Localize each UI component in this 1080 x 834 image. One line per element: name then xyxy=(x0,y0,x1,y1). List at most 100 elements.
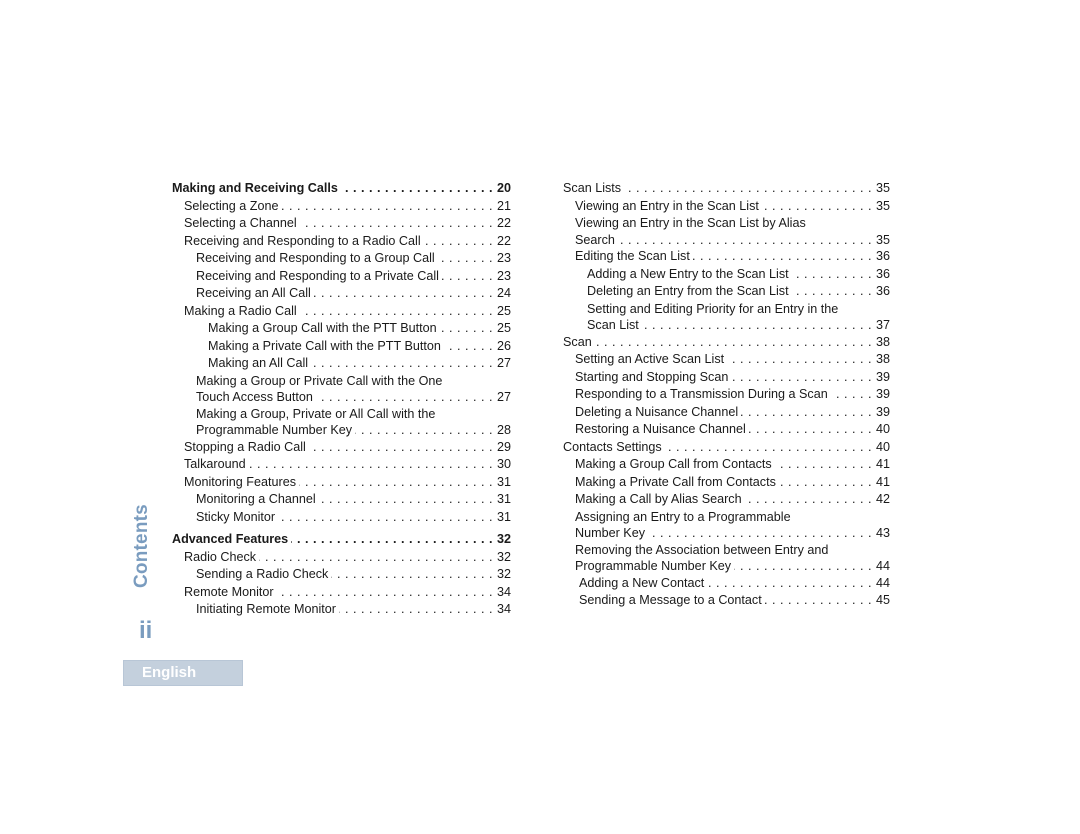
toc-entry[interactable]: Talkaround 30 xyxy=(172,456,511,474)
toc-entry-row: Viewing an Entry in the Scan List 35 xyxy=(575,198,890,216)
toc-entry[interactable]: Viewing an Entry in the Scan List 35 xyxy=(563,198,890,216)
toc-entry-row: Making a Private Call with the PTT Butto… xyxy=(208,338,511,356)
dot-leader xyxy=(727,351,872,369)
dot-leader xyxy=(300,215,493,233)
toc-entry[interactable]: Sticky Monitor 31 xyxy=(172,509,511,527)
toc-entry[interactable]: Viewing an Entry in the Scan List by Ali… xyxy=(563,215,890,248)
toc-entry-row: Contacts Settings 40 xyxy=(563,439,890,457)
toc-entry-row: Starting and Stopping Scan 39 xyxy=(575,369,890,387)
toc-entry-row: Monitoring Features 31 xyxy=(184,474,511,492)
toc-entry-row: Remote Monitor 34 xyxy=(184,584,511,602)
toc-entry[interactable]: Removing the Association between Entry a… xyxy=(563,542,890,575)
toc-entry[interactable]: Monitoring Features 31 xyxy=(172,474,511,492)
toc-entry[interactable]: Receiving and Responding to a Group Call… xyxy=(172,250,511,268)
toc-entry-title: Making a Group Call from Contacts xyxy=(575,457,772,471)
toc-entry-page: 40 xyxy=(875,422,890,436)
toc-entry[interactable]: Responding to a Transmission During a Sc… xyxy=(563,386,890,404)
toc-entry-page: 38 xyxy=(875,352,890,366)
toc-entry[interactable]: Adding a New Entry to the Scan List 36 xyxy=(563,266,890,284)
toc-entry[interactable]: Making a Private Call from Contacts 41 xyxy=(563,474,890,492)
toc-entry[interactable]: Making a Group Call from Contacts 41 xyxy=(563,456,890,474)
dot-leader xyxy=(316,389,493,406)
toc-entry-row: Selecting a Channel 22 xyxy=(184,215,511,233)
toc-entry-page: 44 xyxy=(875,575,890,590)
toc-entry[interactable]: Scan Lists 35 xyxy=(563,180,890,198)
toc-entry-row: Sticky Monitor 31 xyxy=(196,509,511,527)
toc-entry[interactable]: Making an All Call 27 xyxy=(172,355,511,373)
dot-leader xyxy=(309,439,493,457)
toc-entry-title: Touch Access Button xyxy=(196,390,313,404)
toc-entry[interactable]: Making a Group Call with the PTT Button 2… xyxy=(172,320,511,338)
toc-entry-row: Receiving and Responding to a Private Ca… xyxy=(196,268,511,286)
toc-entry-title: Initiating Remote Monitor xyxy=(196,602,336,616)
toc-entry[interactable]: Scan 38 xyxy=(563,334,890,352)
toc-entry-page: 26 xyxy=(496,338,511,353)
toc-entry[interactable]: Advanced Features 32 xyxy=(172,531,511,549)
toc-entry[interactable]: Assigning an Entry to a Programmable Numb… xyxy=(563,509,890,542)
toc-entry[interactable]: Radio Check 32 xyxy=(172,549,511,567)
toc-entry[interactable]: Contacts Settings 40 xyxy=(563,439,890,457)
dot-leader xyxy=(300,303,493,321)
dot-leader xyxy=(665,439,872,457)
toc-entry-title: Talkaround xyxy=(184,457,246,471)
toc-entry[interactable]: Making a Radio Call 25 xyxy=(172,303,511,321)
toc-entry[interactable]: Adding a New Contact 44 xyxy=(563,575,890,593)
toc-entry[interactable]: Setting and Editing Priority for an Entr… xyxy=(563,301,890,334)
section-title: Contents xyxy=(131,504,152,588)
toc-entry-page: 25 xyxy=(496,321,511,335)
dot-leader xyxy=(792,266,872,284)
dot-leader xyxy=(339,601,493,619)
toc-entry[interactable]: Making a Group or Private Call with the … xyxy=(172,373,511,406)
toc-entry-row: Scan List 37 xyxy=(587,317,890,334)
toc-entry-page: 23 xyxy=(496,251,511,265)
toc-entry[interactable]: Making a Call by Alias Search 42 xyxy=(563,491,890,509)
toc-entry[interactable]: Receiving and Responding to a Private Ca… xyxy=(172,268,511,286)
toc-entry[interactable]: Restoring a Nuisance Channel 40 xyxy=(563,421,890,439)
toc-entry[interactable]: Selecting a Channel 22 xyxy=(172,215,511,233)
toc-entry[interactable]: Sending a Message to a Contact 45 xyxy=(563,592,890,610)
toc-entry-page: 42 xyxy=(875,492,890,506)
toc-entry[interactable]: Starting and Stopping Scan 39 xyxy=(563,369,890,387)
toc-entry[interactable]: Setting an Active Scan List 38 xyxy=(563,351,890,369)
dot-leader xyxy=(749,421,872,439)
toc-entry[interactable]: Editing the Scan List 36 xyxy=(563,248,890,266)
toc-entry[interactable]: Selecting a Zone 21 xyxy=(172,198,511,216)
toc-entry-title: Selecting a Zone xyxy=(184,198,279,213)
toc-entry[interactable]: Receiving an All Call 24 xyxy=(172,285,511,303)
toc-entry-page: 39 xyxy=(875,369,890,384)
toc-entry-title: Monitoring Features xyxy=(184,474,296,489)
dot-leader xyxy=(438,250,493,268)
toc-entry-title: Number Key xyxy=(575,526,645,540)
toc-entry-title: Viewing an Entry in the Scan List xyxy=(575,198,759,213)
toc-entry-title: Making a Private Call with the PTT Butto… xyxy=(208,338,441,353)
language-tab[interactable]: English xyxy=(123,660,243,686)
toc-entry-title: Setting an Active Scan List xyxy=(575,352,725,366)
toc-entry[interactable]: Monitoring a Channel 31 xyxy=(172,491,511,509)
dot-leader xyxy=(319,491,493,509)
toc-entry[interactable]: Making a Group, Private or All Call with… xyxy=(172,406,511,439)
toc-entry[interactable]: Sending a Radio Check 32 xyxy=(172,566,511,584)
dot-leader xyxy=(731,369,872,387)
toc-entry-page: 31 xyxy=(496,474,511,489)
toc-entry[interactable]: Making and Receiving Calls 20 xyxy=(172,180,511,198)
toc-entry-page: 34 xyxy=(496,584,511,599)
toc-entry[interactable]: Deleting a Nuisance Channel 39 xyxy=(563,404,890,422)
dot-leader xyxy=(249,456,493,474)
toc-entry-row: Making a Group Call from Contacts 41 xyxy=(575,456,890,474)
toc-entry-title: Scan List xyxy=(587,318,639,332)
toc-entry[interactable]: Remote Monitor 34 xyxy=(172,584,511,602)
toc-entry[interactable]: Initiating Remote Monitor 34 xyxy=(172,601,511,619)
toc-entry[interactable]: Deleting an Entry from the Scan List 36 xyxy=(563,283,890,301)
toc-entry[interactable]: Stopping a Radio Call 29 xyxy=(172,439,511,457)
toc-entry-row: Making a Group Call with the PTT Button 2… xyxy=(208,320,511,338)
dot-leader xyxy=(642,317,872,334)
toc-entry-title: Deleting an Entry from the Scan List xyxy=(587,284,789,298)
toc-entry[interactable]: Making a Private Call with the PTT Butto… xyxy=(172,338,511,356)
toc-entry-page: 20 xyxy=(496,181,511,195)
toc-entry[interactable]: Receiving and Responding to a Radio Call… xyxy=(172,233,511,251)
toc-entry-title-line1: Assigning an Entry to a Programmable xyxy=(575,509,791,524)
toc-entry-page: 41 xyxy=(875,474,890,489)
toc-entry-title: Receiving and Responding to a Group Call xyxy=(196,251,435,265)
dot-leader xyxy=(741,404,872,422)
toc-entry-row: Adding a New Entry to the Scan List 36 xyxy=(587,266,890,284)
